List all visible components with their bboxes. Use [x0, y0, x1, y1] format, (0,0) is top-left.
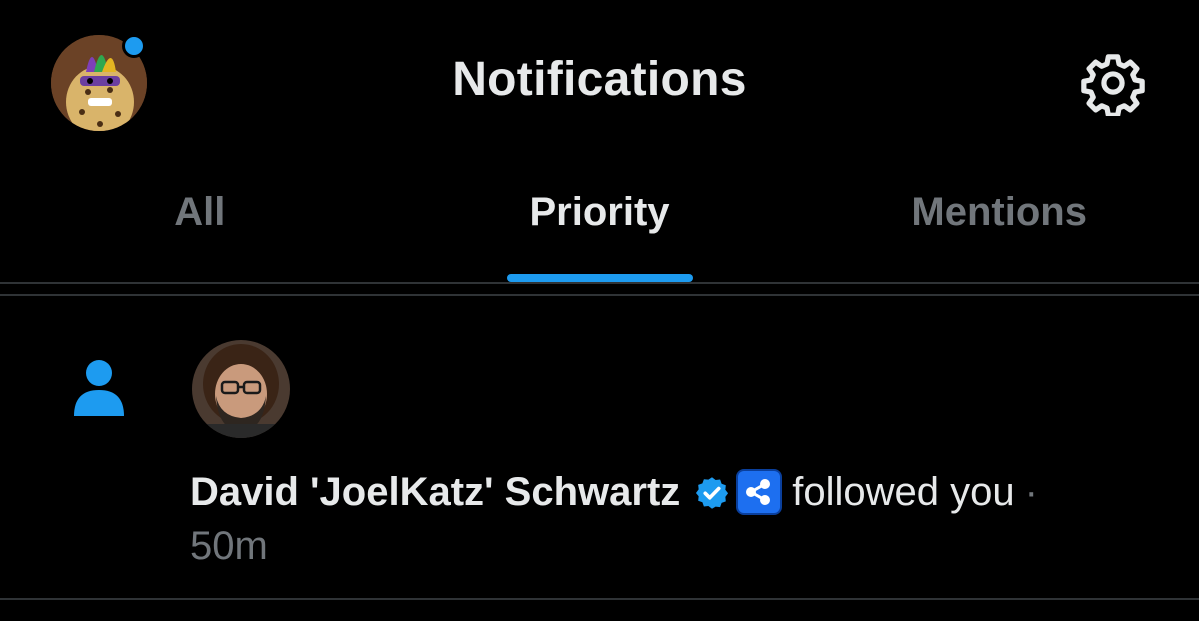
- actor-avatar[interactable]: [192, 340, 290, 438]
- affiliate-badge[interactable]: [736, 469, 783, 515]
- page-title: Notifications: [452, 53, 747, 106]
- tab-priority-label: Priority: [529, 190, 670, 234]
- divider: [0, 282, 1199, 284]
- ripple-logo-icon: [746, 479, 771, 505]
- tab-mentions[interactable]: Mentions: [799, 168, 1199, 282]
- notification-action: followed you: [792, 470, 1015, 514]
- notification-text: David 'JoelKatz' Schwartz followed you ·: [190, 468, 1180, 516]
- gear-icon: [1081, 54, 1145, 118]
- settings-button[interactable]: [1080, 50, 1146, 118]
- person-icon: [74, 360, 124, 416]
- tab-priority[interactable]: Priority: [400, 168, 800, 282]
- actor-name[interactable]: David 'JoelKatz' Schwartz: [190, 470, 680, 514]
- separator-dot: ·: [1024, 470, 1038, 514]
- tab-all-label: All: [174, 190, 226, 234]
- tab-bar: All Priority Mentions: [0, 168, 1199, 282]
- top-bar: Notifications: [0, 0, 1199, 165]
- tab-mentions-label: Mentions: [911, 190, 1087, 234]
- active-tab-indicator: [506, 274, 693, 282]
- verified-badge-icon: [696, 477, 729, 509]
- tab-all[interactable]: All: [0, 168, 400, 282]
- timestamp: 50m: [190, 524, 268, 568]
- divider: [0, 598, 1199, 600]
- notification-item[interactable]: David 'JoelKatz' Schwartz followed you · …: [0, 296, 1199, 598]
- actor-photo: [192, 340, 290, 438]
